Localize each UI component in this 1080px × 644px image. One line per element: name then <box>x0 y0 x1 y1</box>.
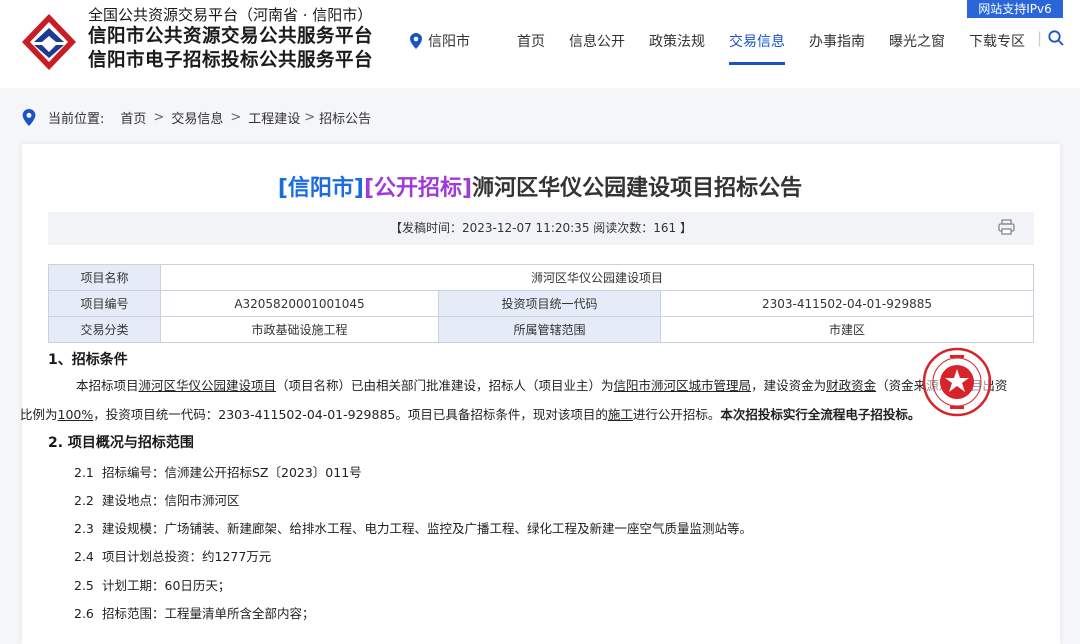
breadcrumb-separator: > <box>153 110 165 125</box>
item-text: 项目计划总投资：约1277万元 <box>102 549 272 564</box>
article-meta: 【发稿时间：2023-12-07 11:20:35 阅读次数：161 】 <box>48 212 1034 245</box>
table-label: 交易分类 <box>48 316 161 343</box>
table-label: 所属管辖范围 <box>438 316 661 343</box>
table-label: 投资项目统一代码 <box>438 290 661 317</box>
location-pin-icon <box>22 109 36 126</box>
table-value: 浉河区华仪公园建设项目 <box>160 264 1034 291</box>
table-value: A3205820001001045 <box>160 290 439 317</box>
nav-item-download[interactable]: 下载专区 <box>969 31 1025 51</box>
location-selector[interactable]: 信阳市 <box>410 31 470 51</box>
section-paragraph: 本招标项目浉河区华仪公园建设项目（项目名称）已由相关部门批准建设，招标人（项目业… <box>20 371 1034 429</box>
site-logo[interactable] <box>20 12 78 72</box>
main-nav: 首页 信息公开 政策法规 交易信息 办事指南 曝光之窗 下载专区 <box>505 31 1037 51</box>
table-value: 市建区 <box>660 316 1034 343</box>
item-text: 招标编号：信浉建公开招标SZ〔2023〕011号 <box>102 465 362 480</box>
item-text: 计划工期：60日历天； <box>102 578 231 593</box>
breadcrumb-prefix: 当前位置: <box>48 112 105 127</box>
project-info-table: 项目名称 浉河区华仪公园建设项目 项目编号 A3205820001001045 … <box>48 264 1034 343</box>
table-row: 项目名称 浉河区华仪公园建设项目 <box>48 264 1034 291</box>
breadcrumb-item-home[interactable]: 首页 <box>120 108 146 127</box>
title-text: 浉河区华仪公园建设项目招标公告 <box>472 176 803 201</box>
fund-field: 财政资金 <box>826 378 877 393</box>
table-row: 交易分类 市政基础设施工程 所属管辖范围 市建区 <box>48 316 1034 343</box>
org-name-line2: 信阳市公共资源交易公共服务平台 <box>88 26 374 47</box>
nav-item-exposure[interactable]: 曝光之窗 <box>889 31 945 51</box>
stage-field: 施工 <box>607 407 633 422</box>
breadcrumb-separator: > <box>230 110 242 125</box>
item-text: 招标范围：工程量清单所含全部内容； <box>102 606 315 621</box>
owner-field: 信阳市浉河区城市管理局 <box>613 378 752 393</box>
list-item: 2.2 建设地点：信阳市浉河区 <box>74 490 240 509</box>
item-number: 2.3 <box>74 521 94 536</box>
list-item: 2.5 计划工期：60日历天； <box>74 575 230 594</box>
list-item: 2.3 建设规模：广场铺装、新建廊架、给排水工程、电力工程、监控及广播工程、绿化工… <box>74 518 752 537</box>
list-item: 2.1 招标编号：信浉建公开招标SZ〔2023〕011号 <box>74 462 362 481</box>
item-number: 2.4 <box>74 549 94 564</box>
item-text: 建设规模：广场铺装、新建廊架、给排水工程、电力工程、监控及广播工程、绿化工程及新… <box>102 521 753 536</box>
para-text: （项目名称）已由相关部门批准建设，招标人（项目业主）为 <box>276 378 614 393</box>
location-pin-icon <box>410 33 422 49</box>
section-heading: 2. 项目概况与招标范围 <box>48 435 194 451</box>
item-text: 建设地点：信阳市浉河区 <box>102 493 240 508</box>
ratio-field: 100% <box>57 407 94 422</box>
item-number: 2.2 <box>74 493 94 508</box>
ipv6-badge: 网站支持IPv6 <box>967 0 1063 18</box>
item-number: 2.5 <box>74 578 94 593</box>
item-number: 2.1 <box>74 465 94 480</box>
nav-item-info-public[interactable]: 信息公开 <box>569 31 625 51</box>
location-label: 信阳市 <box>428 34 470 50</box>
para-text: ，建设资金为 <box>751 378 827 393</box>
nav-divider: | <box>1037 29 1043 47</box>
breadcrumb-separator: > <box>304 110 316 125</box>
list-item: 2.4 项目计划总投资：约1277万元 <box>74 546 271 565</box>
table-label: 项目名称 <box>48 264 161 291</box>
search-button[interactable]: | <box>1037 29 1064 47</box>
item-number: 2.6 <box>74 606 94 621</box>
nav-item-guide[interactable]: 办事指南 <box>809 31 865 51</box>
table-value: 市政基础设施工程 <box>160 316 439 343</box>
table-value: 2303-411502-04-01-929885 <box>660 290 1034 317</box>
article-title: [信阳市][公开招标]浉河区华仪公园建设项目招标公告 <box>0 170 1080 202</box>
para-text: 本招标项目 <box>76 378 139 393</box>
breadcrumb-item-trade-info[interactable]: 交易信息 <box>171 108 223 127</box>
nav-item-policy[interactable]: 政策法规 <box>649 31 705 51</box>
project-name-field: 浉河区华仪公园建设项目 <box>138 378 277 393</box>
table-label: 项目编号 <box>48 290 161 317</box>
title-region-tag: [信阳市] <box>277 176 364 201</box>
list-item: 2.6 招标范围：工程量清单所含全部内容； <box>74 603 315 622</box>
para-bold: 本次招投标实行全流程电子招投标。 <box>720 407 921 422</box>
org-name-line3: 信阳市电子招标投标公共服务平台 <box>88 50 374 71</box>
official-seal-icon <box>922 347 992 417</box>
site-brand: 全国公共资源交易平台（河南省 · 信阳市） 信阳市公共资源交易公共服务平台 信阳… <box>88 6 373 73</box>
org-name-line1: 全国公共资源交易平台（河南省 · 信阳市） <box>88 6 373 24</box>
para-text: 比例为 <box>20 407 58 422</box>
nav-item-trade-info[interactable]: 交易信息 <box>729 31 785 51</box>
site-header: 全国公共资源交易平台（河南省 · 信阳市） 信阳市公共资源交易公共服务平台 信阳… <box>0 0 1080 88</box>
table-row: 项目编号 A3205820001001045 投资项目统一代码 2303-411… <box>48 290 1034 317</box>
breadcrumb: 当前位置: 首页 > 交易信息 > 工程建设 > 招标公告 <box>22 108 371 127</box>
title-type-tag: [公开招标] <box>363 176 473 201</box>
breadcrumb-item-bid-notice[interactable]: 招标公告 <box>319 108 371 127</box>
nav-item-home[interactable]: 首页 <box>517 31 545 51</box>
print-icon[interactable] <box>998 219 1015 235</box>
breadcrumb-item-engineering[interactable]: 工程建设 <box>248 108 300 127</box>
section-heading: 1、招标条件 <box>48 352 128 368</box>
search-icon <box>1048 30 1064 46</box>
nav-active-indicator <box>729 62 785 65</box>
para-text: 进行公开招标。 <box>632 407 721 422</box>
para-text: ，投资项目统一代码：2303-411502-04-01-929885。项目已具备… <box>93 407 608 422</box>
